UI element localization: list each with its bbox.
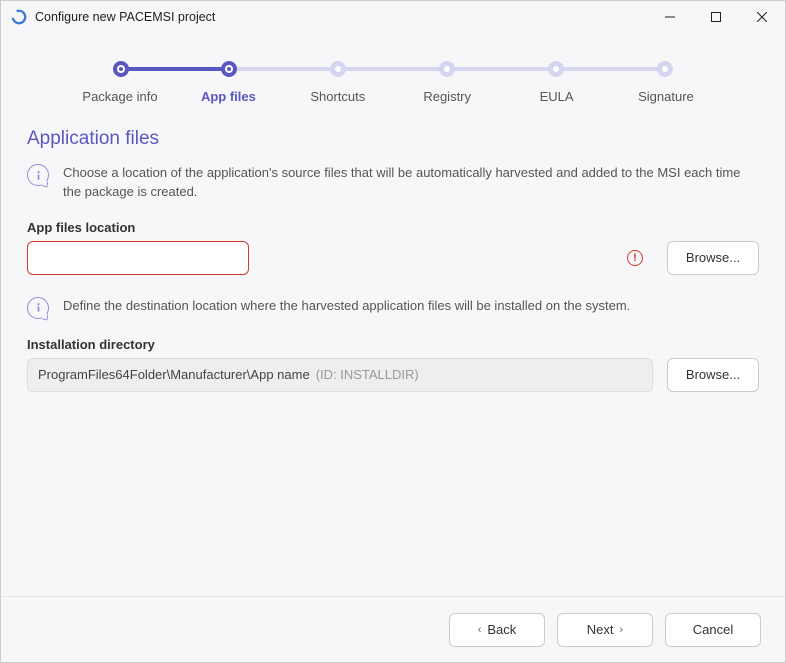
step-dot-package-info[interactable] (113, 61, 129, 77)
back-button[interactable]: ‹ Back (449, 613, 545, 647)
step-dot-shortcuts[interactable] (330, 61, 346, 77)
install-dir-id: (ID: INSTALLDIR) (316, 367, 419, 382)
step-label-shortcuts[interactable]: Shortcuts (293, 89, 383, 104)
stepper: Package info App files Shortcuts Registr… (1, 61, 785, 104)
minimize-button[interactable] (647, 1, 693, 33)
browse-app-files-button[interactable]: Browse... (667, 241, 759, 275)
next-label: Next (587, 622, 614, 637)
titlebar: Configure new PACEMSI project (1, 1, 785, 33)
close-button[interactable] (739, 1, 785, 33)
install-dir-path: ProgramFiles64Folder\Manufacturer\App na… (38, 367, 310, 382)
step-dot-app-files[interactable] (221, 61, 237, 77)
step-dot-signature[interactable] (657, 61, 673, 77)
step-label-eula[interactable]: EULA (512, 89, 602, 104)
chevron-right-icon: › (620, 624, 624, 636)
error-icon: ! (627, 250, 643, 266)
step-label-app-files[interactable]: App files (183, 89, 273, 104)
info-icon (27, 164, 49, 186)
back-label: Back (487, 622, 516, 637)
step-label-signature[interactable]: Signature (621, 89, 711, 104)
window-controls (647, 1, 785, 33)
installation-directory-input[interactable]: ProgramFiles64Folder\Manufacturer\App na… (27, 358, 653, 392)
app-logo-icon (11, 9, 27, 25)
browse-install-dir-button[interactable]: Browse... (667, 358, 759, 392)
info-row-install-dir: Define the destination location where th… (27, 297, 759, 319)
info-row-app-files: Choose a location of the application's s… (27, 164, 759, 202)
content-area: Application files Choose a location of t… (1, 104, 785, 596)
app-files-location-label: App files location (27, 220, 759, 235)
info-text-install-dir: Define the destination location where th… (63, 297, 630, 316)
step-label-package-info[interactable]: Package info (75, 89, 165, 104)
stepper-track (113, 61, 673, 77)
info-text-app-files: Choose a location of the application's s… (63, 164, 759, 202)
page-title: Application files (27, 128, 759, 150)
footer-nav: ‹ Back Next › Cancel (1, 596, 785, 662)
info-icon (27, 297, 49, 319)
window-title: Configure new PACEMSI project (35, 10, 215, 24)
chevron-left-icon: ‹ (478, 624, 482, 636)
app-files-location-input[interactable] (27, 241, 249, 275)
step-dot-registry[interactable] (439, 61, 455, 77)
next-button[interactable]: Next › (557, 613, 653, 647)
installation-directory-label: Installation directory (27, 337, 759, 352)
step-dot-eula[interactable] (548, 61, 564, 77)
cancel-button[interactable]: Cancel (665, 613, 761, 647)
step-label-registry[interactable]: Registry (402, 89, 492, 104)
cancel-label: Cancel (693, 622, 733, 637)
maximize-button[interactable] (693, 1, 739, 33)
